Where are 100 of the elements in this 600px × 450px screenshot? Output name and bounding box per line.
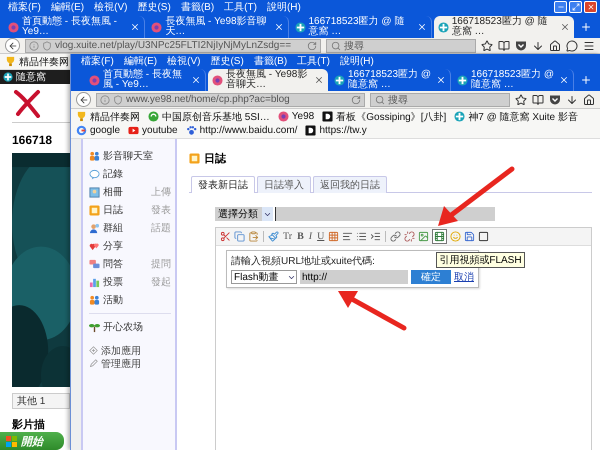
indent-icon[interactable] xyxy=(370,231,382,242)
star-icon[interactable] xyxy=(515,94,527,106)
menu-item[interactable]: 檔案(F) xyxy=(8,0,41,14)
brush-icon[interactable] xyxy=(268,231,279,242)
menu-item[interactable]: 歷史(S) xyxy=(137,0,171,14)
bookmark-item[interactable]: https://tw.y xyxy=(305,124,367,137)
new-tab-icon[interactable] xyxy=(580,74,592,86)
save-icon[interactable] xyxy=(464,231,476,242)
bookmark-item[interactable]: 中国原创音乐基地 5SI… xyxy=(148,110,270,123)
align-left-icon[interactable] xyxy=(342,231,354,242)
bookmark-item[interactable]: Ye98 xyxy=(278,110,314,123)
close-icon[interactable] xyxy=(274,22,284,32)
url-field[interactable]: http:// xyxy=(300,270,408,284)
confirm-button[interactable]: 確定 xyxy=(411,270,451,284)
reload-icon[interactable] xyxy=(307,40,317,50)
chevron-shield-icon[interactable] xyxy=(515,40,527,52)
menu-icon[interactable] xyxy=(583,40,595,52)
sidebar-link[interactable]: 日誌 xyxy=(89,203,123,217)
home-icon[interactable] xyxy=(549,40,561,52)
sidebar-link[interactable]: 开心农场 xyxy=(89,320,143,334)
back-button[interactable] xyxy=(5,38,20,53)
minimize-button[interactable] xyxy=(554,1,567,13)
more-button[interactable]: 其他 1 xyxy=(12,393,70,409)
close-icon[interactable] xyxy=(191,75,201,85)
menu-item[interactable]: 工具(T) xyxy=(297,54,330,68)
reader-icon[interactable] xyxy=(532,94,544,106)
bookmark-item[interactable]: google xyxy=(76,124,120,137)
bookmark-item[interactable]: 看板《Gossiping》[八卦] xyxy=(322,110,446,123)
close-button[interactable] xyxy=(584,1,597,13)
search-field[interactable]: 搜尋 xyxy=(326,38,476,52)
bookmark-item[interactable]: youtube xyxy=(128,124,178,137)
sidebar-link[interactable]: 活動 xyxy=(89,293,123,307)
menu-item[interactable]: 說明(H) xyxy=(266,0,301,14)
scissors-icon[interactable] xyxy=(220,231,231,242)
content-tab[interactable]: 返回我的日誌 xyxy=(313,176,387,193)
browser-tab[interactable]: 長夜無風 - Ye98影音聊天… xyxy=(208,69,328,91)
sidebar-link[interactable]: 相冊 xyxy=(89,185,123,199)
chat-icon[interactable] xyxy=(566,40,578,52)
sidebar-link[interactable]: 問答 xyxy=(89,257,123,271)
sidebar-link[interactable]: 投票 xyxy=(89,275,123,289)
menu-item[interactable]: 檔案(F) xyxy=(81,54,114,68)
grid-icon[interactable] xyxy=(328,231,340,242)
type-select[interactable]: Flash動畫 xyxy=(231,270,297,284)
close-icon[interactable] xyxy=(314,75,324,85)
bold-button[interactable]: B xyxy=(296,231,305,242)
chevron-shield-icon[interactable] xyxy=(549,94,561,106)
home-icon[interactable] xyxy=(583,94,595,106)
address-field[interactable]: vlog.xuite.net/play/U3NPc25FLTI2NjIyNjMyLnZsdg== xyxy=(25,38,321,52)
menu-item[interactable]: 檢視(V) xyxy=(94,0,128,14)
sidebar-link[interactable]: 影音聊天室 xyxy=(89,149,153,163)
menu-item[interactable]: 歷史(S) xyxy=(210,54,244,68)
new-tab-icon[interactable] xyxy=(580,21,592,33)
cancel-link[interactable]: 取消 xyxy=(454,270,474,284)
start-button[interactable]: 開始 xyxy=(0,432,64,450)
list-icon[interactable] xyxy=(356,231,368,242)
title-field[interactable] xyxy=(275,207,495,221)
underline-button[interactable]: U xyxy=(316,231,326,242)
menu-item[interactable]: 工具(T) xyxy=(224,0,257,14)
menu-item[interactable]: 編輯(E) xyxy=(50,0,84,14)
video-button[interactable] xyxy=(432,229,448,244)
font-size-button[interactable]: Tr xyxy=(282,231,294,242)
maximize-button[interactable] xyxy=(569,1,582,13)
bookmark-item[interactable]: 精品伴奏网 xyxy=(76,110,140,123)
link-icon[interactable] xyxy=(390,231,402,242)
cross-badge-icon xyxy=(457,74,468,86)
reload-icon[interactable] xyxy=(351,94,361,104)
download-icon[interactable] xyxy=(566,94,578,106)
content-tab[interactable]: 日誌導入 xyxy=(257,176,311,193)
reader-icon[interactable] xyxy=(498,40,510,52)
back-button[interactable] xyxy=(76,92,91,107)
close-icon[interactable] xyxy=(416,22,427,32)
browser-tab[interactable]: 166718523匿力 @ 隨意窩 … xyxy=(434,16,574,38)
close-icon[interactable] xyxy=(560,22,570,32)
menu-item[interactable]: 編輯(E) xyxy=(124,54,158,68)
menu-item[interactable]: 檢視(V) xyxy=(167,54,200,68)
sidebar-link[interactable]: 分享 xyxy=(89,239,123,253)
close-icon[interactable] xyxy=(559,75,569,85)
app-link[interactable]: 管理應用 xyxy=(89,357,171,370)
close-icon[interactable] xyxy=(436,75,446,85)
download-icon[interactable] xyxy=(532,40,544,52)
image-icon[interactable] xyxy=(418,231,430,242)
bookmark-item[interactable]: 神7 @ 隨意窩 Xuite 影音 xyxy=(454,110,578,123)
sidebar-link[interactable]: 群組 xyxy=(89,221,123,235)
category-select[interactable]: 選擇分類 xyxy=(215,207,273,221)
italic-button[interactable]: I xyxy=(308,231,314,242)
close-icon[interactable] xyxy=(130,22,140,32)
menu-item[interactable]: 書籤(B) xyxy=(180,0,214,14)
bookmark-item[interactable]: http://www.baidu.com/ xyxy=(186,124,298,137)
square-icon[interactable] xyxy=(478,231,490,242)
sidebar-link[interactable]: 記錄 xyxy=(89,167,123,181)
menu-item[interactable]: 說明(H) xyxy=(340,54,374,68)
copy-icon[interactable] xyxy=(234,231,245,242)
content-tab[interactable]: 發表新日誌 xyxy=(191,176,255,193)
star-icon[interactable] xyxy=(481,40,493,52)
search-field[interactable]: 搜尋 xyxy=(370,92,510,106)
app-link[interactable]: 添加應用 xyxy=(89,344,171,357)
menu-item[interactable]: 書籤(B) xyxy=(254,54,288,68)
unlink-icon[interactable] xyxy=(404,231,416,242)
paste-icon[interactable] xyxy=(248,231,259,242)
address-field[interactable]: www.ye98.net/home/cp.php?ac=blog xyxy=(96,92,365,106)
